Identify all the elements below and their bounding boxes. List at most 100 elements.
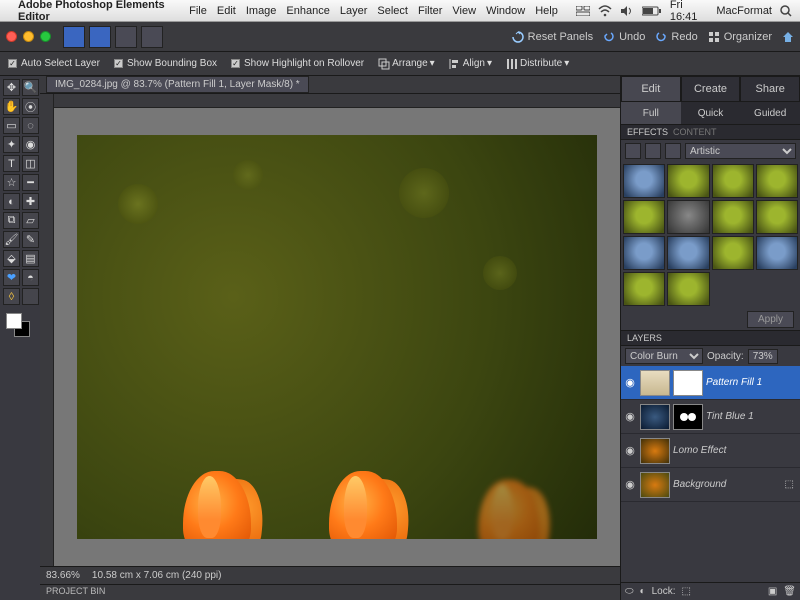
tab-create[interactable]: Create <box>681 76 741 102</box>
zoom-readout[interactable]: 83.66% <box>46 570 80 581</box>
type-tool[interactable]: T <box>3 155 20 172</box>
quick-select-tool[interactable]: ◉ <box>22 136 39 153</box>
hand-tool[interactable]: ✋ <box>3 98 20 115</box>
redo-button[interactable]: Redo <box>655 31 697 43</box>
new-layer-icon[interactable]: ▣ <box>768 586 777 597</box>
visibility-icon[interactable]: ◉ <box>623 410 637 424</box>
eraser-tool[interactable]: ▱ <box>22 212 39 229</box>
wifi-icon[interactable] <box>598 5 612 17</box>
effect-thumb[interactable] <box>756 200 798 234</box>
layer-row[interactable]: ◉ Pattern Fill 1 <box>621 366 800 400</box>
layer-mask-thumbnail[interactable] <box>673 404 703 430</box>
bucket-tool[interactable]: ⬙ <box>3 250 20 267</box>
smart-brush-tool[interactable]: ✎ <box>22 231 39 248</box>
visibility-icon[interactable]: ◉ <box>623 444 637 458</box>
auto-select-checkbox[interactable]: ✓Auto Select Layer <box>8 58 100 69</box>
crop-tool[interactable]: ◫ <box>22 155 39 172</box>
tab-edit[interactable]: Edit <box>621 76 681 102</box>
effect-thumb[interactable] <box>712 236 754 270</box>
straighten-tool[interactable]: ━ <box>22 174 39 191</box>
layer-row[interactable]: ◉ Lomo Effect <box>621 434 800 468</box>
clone-tool[interactable]: ⧉ <box>3 212 20 229</box>
canvas[interactable] <box>40 94 620 566</box>
magic-wand-tool[interactable]: ✦ <box>3 136 20 153</box>
tab-share[interactable]: Share <box>740 76 800 102</box>
menu-select[interactable]: Select <box>377 5 408 17</box>
adjustment-layer-icon[interactable]: ◐ <box>640 586 646 597</box>
menu-filter[interactable]: Filter <box>418 5 442 17</box>
align-dropdown[interactable]: Align ▾ <box>449 58 492 70</box>
blend-mode-dropdown[interactable]: Color Burn <box>625 348 703 364</box>
cookie-cutter-tool[interactable]: ☆ <box>3 174 20 191</box>
effect-thumb[interactable] <box>667 236 709 270</box>
layer-thumbnail[interactable] <box>640 438 670 464</box>
effect-thumb[interactable] <box>623 164 665 198</box>
control-center-icon[interactable] <box>576 6 590 16</box>
undo-button[interactable]: Undo <box>603 31 645 43</box>
tab-quick[interactable]: Quick <box>681 102 741 124</box>
effect-thumb[interactable] <box>623 200 665 234</box>
layer-name[interactable]: Lomo Effect <box>673 445 798 456</box>
menu-help[interactable]: Help <box>535 5 558 17</box>
app-name[interactable]: Adobe Photoshop Elements Editor <box>18 0 179 23</box>
tab-full[interactable]: Full <box>621 102 681 124</box>
lasso-tool[interactable]: ◌ <box>22 117 39 134</box>
document-tab[interactable]: IMG_0284.jpg @ 83.7% (Pattern Fill 1, La… <box>46 76 309 93</box>
layer-thumbnail[interactable] <box>640 370 670 396</box>
menu-view[interactable]: View <box>452 5 476 17</box>
layer-name[interactable]: Tint Blue 1 <box>706 411 798 422</box>
redeye-tool[interactable]: ◐ <box>3 193 20 210</box>
organizer-button[interactable]: Organizer <box>708 31 772 43</box>
color-swatch[interactable] <box>3 313 39 339</box>
menu-edit[interactable]: Edit <box>217 5 236 17</box>
sharpen-tool[interactable] <box>22 288 39 305</box>
workspace-icon[interactable] <box>141 26 163 48</box>
arrange-dropdown[interactable]: Arrange ▾ <box>378 58 435 70</box>
effects-category-dropdown[interactable]: Artistic <box>685 143 796 159</box>
brush-tool[interactable]: 🖌 <box>3 231 20 248</box>
link-layers-icon[interactable]: ⬭ <box>625 586 634 597</box>
menu-window[interactable]: Window <box>486 5 525 17</box>
blur-tool[interactable]: ◊ <box>3 288 20 305</box>
volume-icon[interactable] <box>620 5 634 17</box>
move-tool[interactable]: ✥ <box>3 79 20 96</box>
clock-text[interactable]: Fri 16:41 <box>670 0 709 23</box>
zoom-tool[interactable]: 🔍 <box>22 79 39 96</box>
reset-panels-button[interactable]: Reset Panels <box>512 31 593 43</box>
gradient-tool[interactable]: ▤ <box>22 250 39 267</box>
close-window-button[interactable] <box>6 31 17 42</box>
battery-icon[interactable] <box>642 6 662 16</box>
shape-tool[interactable]: ❤ <box>3 269 20 286</box>
tab-guided[interactable]: Guided <box>740 102 800 124</box>
filter-type-3-icon[interactable] <box>665 143 681 159</box>
effect-thumb[interactable] <box>712 200 754 234</box>
effect-thumb[interactable] <box>667 272 709 306</box>
layer-thumbnail[interactable] <box>640 472 670 498</box>
user-menu[interactable]: MacFormat <box>716 5 772 17</box>
opacity-value[interactable]: 73% <box>748 349 778 364</box>
layer-row[interactable]: ◉ Background ⬚ <box>621 468 800 502</box>
effect-thumb[interactable] <box>712 164 754 198</box>
sponge-tool[interactable]: ◓ <box>22 269 39 286</box>
highlight-rollover-checkbox[interactable]: ✓Show Highlight on Rollover <box>231 58 364 69</box>
menu-layer[interactable]: Layer <box>340 5 368 17</box>
layer-row[interactable]: ◉ Tint Blue 1 <box>621 400 800 434</box>
apply-button[interactable]: Apply <box>747 311 794 328</box>
layer-name[interactable]: Background <box>673 479 778 490</box>
filter-type-2-icon[interactable] <box>645 143 661 159</box>
distribute-dropdown[interactable]: Distribute ▾ <box>506 58 569 70</box>
menu-enhance[interactable]: Enhance <box>286 5 329 17</box>
marquee-tool[interactable]: ▭ <box>3 117 20 134</box>
visibility-icon[interactable]: ◉ <box>623 478 637 492</box>
zoom-window-button[interactable] <box>40 31 51 42</box>
effect-thumb[interactable] <box>623 272 665 306</box>
layer-name[interactable]: Pattern Fill 1 <box>706 377 798 388</box>
visibility-icon[interactable]: ◉ <box>623 376 637 390</box>
save-icon[interactable] <box>89 26 111 48</box>
effect-thumb[interactable] <box>667 164 709 198</box>
healing-tool[interactable]: ✚ <box>22 193 39 210</box>
lock-all-icon[interactable]: ⬚ <box>682 586 691 597</box>
layer-thumbnail[interactable] <box>640 404 670 430</box>
menu-file[interactable]: File <box>189 5 207 17</box>
effect-thumb[interactable] <box>623 236 665 270</box>
